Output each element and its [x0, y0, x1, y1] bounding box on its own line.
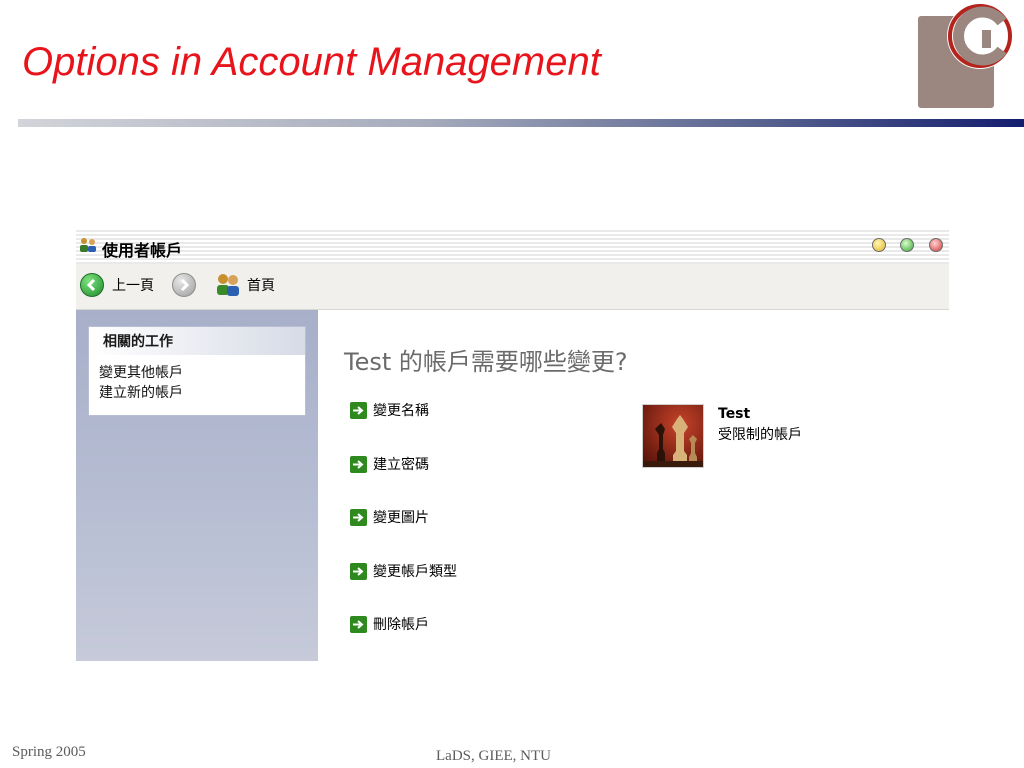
- home-label: 首頁: [247, 278, 275, 294]
- home-button[interactable]: 首頁: [215, 273, 275, 297]
- title-divider: [18, 119, 1024, 127]
- close-button[interactable]: [929, 238, 943, 252]
- user-accounts-window: 使用者帳戶 上一頁 首頁 相關的工作 變更其他帳戶 建立新的帳戶 Test 的帳…: [76, 228, 949, 661]
- action-label: 建立密碼: [373, 457, 429, 473]
- back-label: 上一頁: [112, 278, 154, 294]
- action-label: 刪除帳戶: [373, 617, 429, 633]
- chess-icon: [642, 404, 704, 468]
- change-name-link[interactable]: 變更名稱: [350, 400, 429, 420]
- change-account-type-link[interactable]: 變更帳戶類型: [350, 561, 457, 581]
- related-tasks-panel: 相關的工作 變更其他帳戶 建立新的帳戶: [88, 326, 306, 416]
- back-arrow-icon: [80, 273, 104, 297]
- related-tasks-title: 相關的工作: [89, 327, 305, 355]
- footer-organization: LaDS, GIEE, NTU: [436, 748, 551, 764]
- create-password-link[interactable]: 建立密碼: [350, 454, 429, 474]
- arrow-right-icon: [350, 508, 367, 526]
- footer-date: Spring 2005: [12, 744, 86, 760]
- users-icon: [80, 238, 96, 252]
- back-button[interactable]: 上一頁: [80, 273, 154, 297]
- action-label: 變更圖片: [373, 510, 429, 526]
- delete-account-link[interactable]: 刪除帳戶: [350, 614, 429, 634]
- window-title: 使用者帳戶: [102, 241, 183, 260]
- arrow-right-icon: [350, 615, 367, 633]
- create-new-account-link[interactable]: 建立新的帳戶: [89, 383, 305, 403]
- minimize-button[interactable]: [872, 238, 886, 252]
- arrow-right-icon: [350, 562, 367, 580]
- arrow-right-icon: [350, 455, 367, 473]
- main-content: Test 的帳戶需要哪些變更? 變更名稱 建立密碼 變更圖片 變更帳戶類型 刪除…: [318, 310, 949, 661]
- logo-icon: [916, 0, 1024, 112]
- forward-arrow-icon: [172, 273, 196, 297]
- change-other-account-link[interactable]: 變更其他帳戶: [89, 363, 305, 383]
- change-picture-link[interactable]: 變更圖片: [350, 507, 429, 527]
- navigation-toolbar: 上一頁 首頁: [76, 264, 949, 310]
- user-name: Test: [718, 406, 751, 422]
- users-home-icon: [217, 274, 239, 296]
- action-label: 變更名稱: [373, 403, 429, 419]
- maximize-button[interactable]: [900, 238, 914, 252]
- sidebar: 相關的工作 變更其他帳戶 建立新的帳戶: [76, 310, 318, 661]
- page-question: Test 的帳戶需要哪些變更?: [344, 348, 628, 376]
- user-account-type: 受限制的帳戶: [718, 427, 802, 443]
- action-label: 變更帳戶類型: [373, 564, 457, 580]
- window-titlebar: 使用者帳戶: [76, 228, 949, 264]
- slide-title: Options in Account Management: [22, 40, 601, 84]
- arrow-right-icon: [350, 401, 367, 419]
- forward-button[interactable]: [172, 273, 196, 297]
